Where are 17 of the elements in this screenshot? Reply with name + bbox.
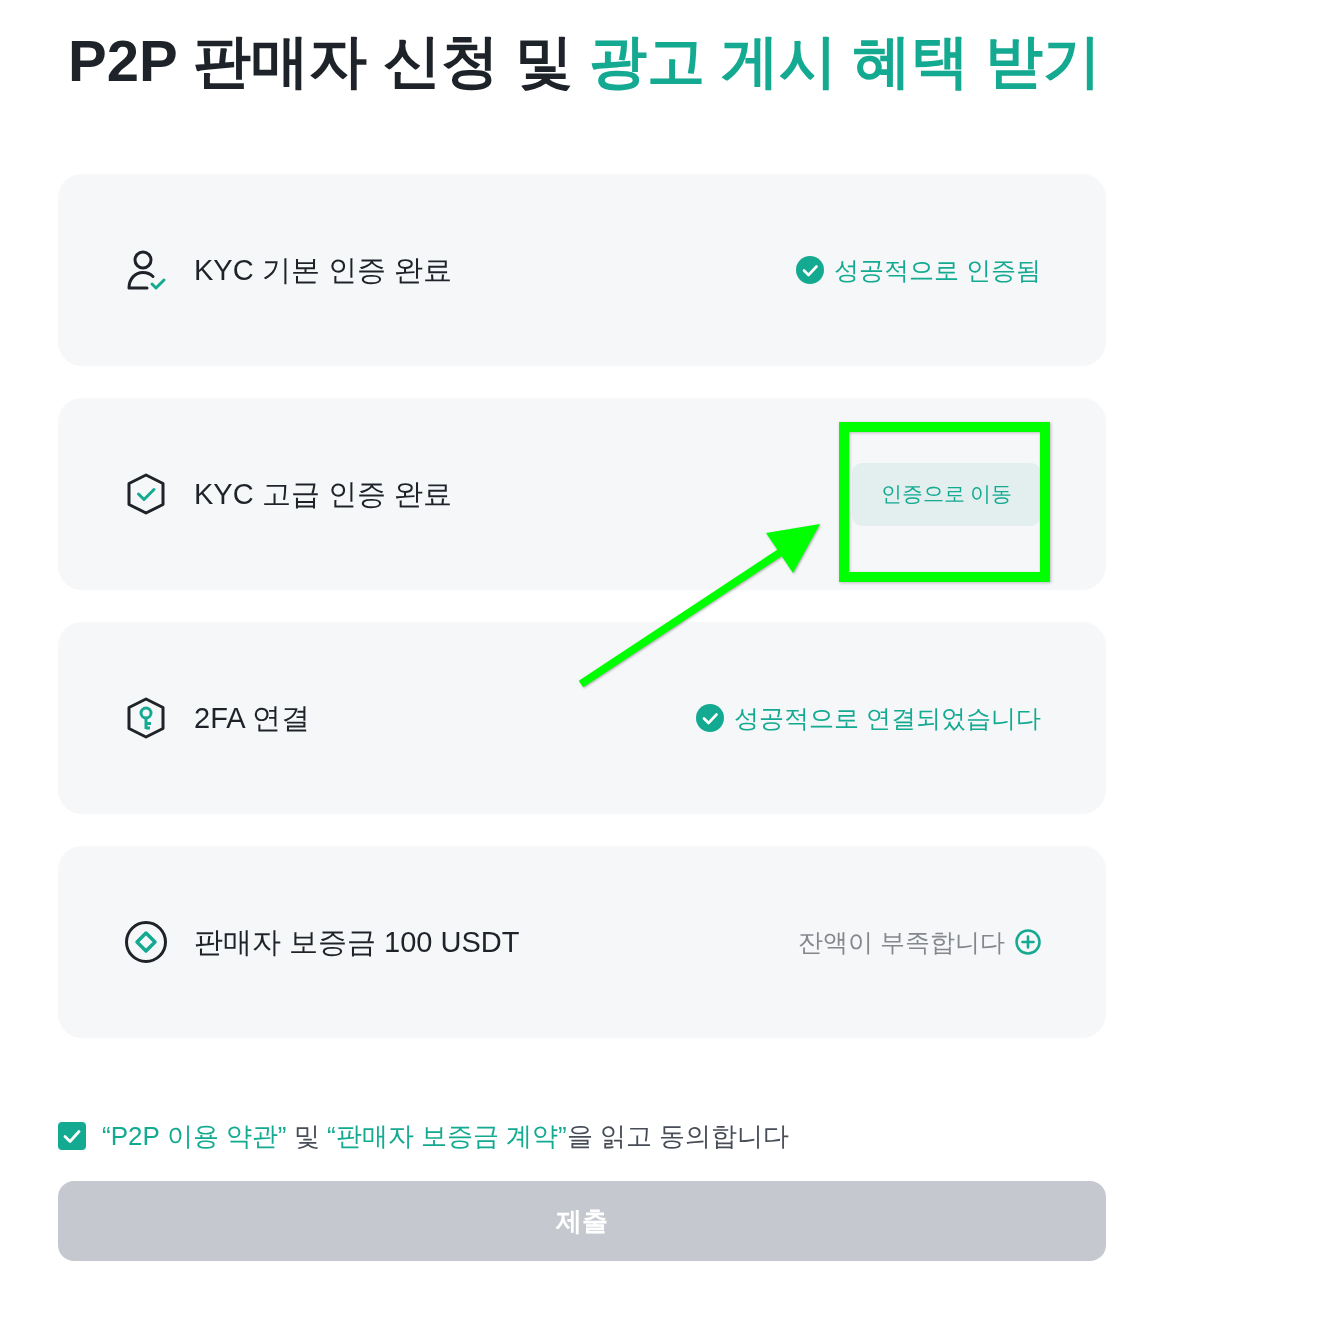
status-text: 성공적으로 연결되었습니다 <box>734 703 1041 734</box>
requirement-label: 판매자 보증금 100 USDT <box>194 925 520 960</box>
terms-link[interactable]: “판매자 보증금 계약” <box>326 1121 567 1151</box>
terms-link[interactable]: “P2P 이용 약관” <box>102 1121 287 1151</box>
diamond-in-circle-icon <box>124 920 168 964</box>
plus-circle-icon[interactable] <box>1015 929 1041 955</box>
check-circle-icon <box>696 704 725 732</box>
check-circle-icon <box>796 256 825 284</box>
agreement-checkbox[interactable] <box>58 1122 86 1150</box>
requirement-label: KYC 고급 인증 완료 <box>194 477 452 512</box>
verify-button[interactable]: 인증으로 이동 <box>852 462 1041 526</box>
status-text: 성공적으로 인증됨 <box>834 255 1041 286</box>
agreement-text: “P2P 이용 약관” 및 “판매자 보증금 계약”을 읽고 동의합니다 <box>102 1120 790 1153</box>
page-title: P2P 판매자 신청 및 광고 게시 혜택 받기 <box>68 27 1103 95</box>
requirement-label: KYC 기본 인증 완료 <box>194 253 452 288</box>
requirement-label: 2FA 연결 <box>194 701 311 736</box>
status-text: 잔액이 부족합니다 <box>798 927 1005 958</box>
